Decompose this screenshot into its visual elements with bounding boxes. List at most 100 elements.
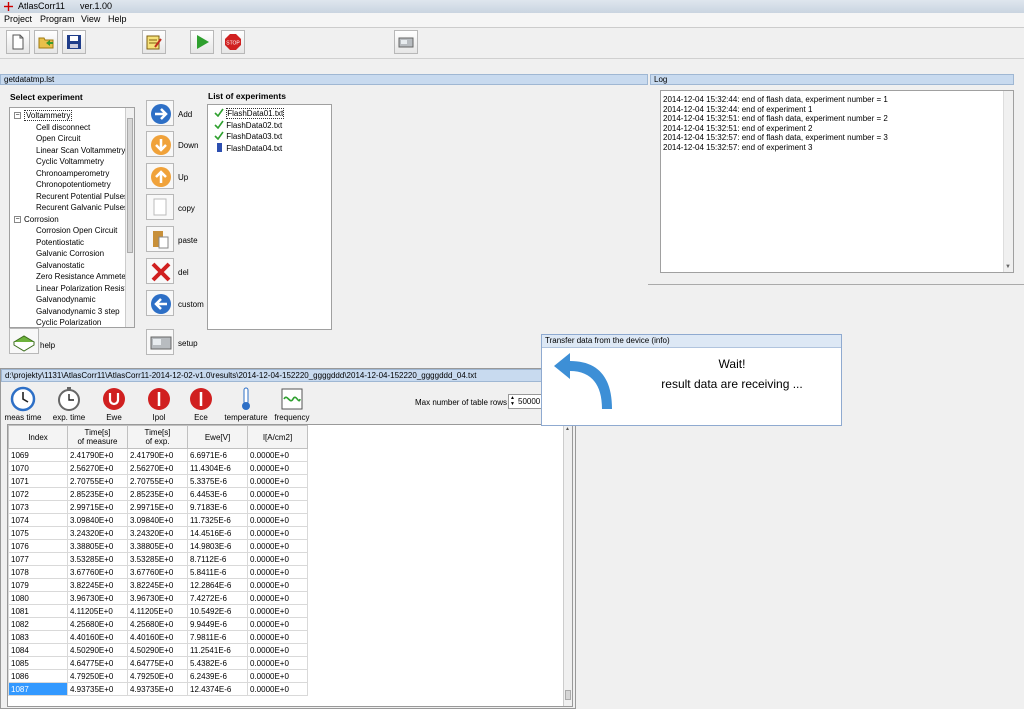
frequency-button[interactable]: [279, 386, 309, 412]
panel-divider: [648, 284, 1024, 285]
tree-item[interactable]: Cyclic Polarization: [36, 317, 101, 327]
experiment-item[interactable]: FlashData04.txt: [214, 142, 282, 154]
experiment-list[interactable]: FlashData01.txt FlashData02.txt FlashDat…: [207, 104, 332, 330]
open-folder-button[interactable]: [34, 30, 58, 54]
tree-group[interactable]: Voltammetry: [24, 110, 73, 121]
stepper-arrows-icon[interactable]: ▲ ▼: [510, 395, 515, 407]
help-button[interactable]: [9, 328, 39, 354]
paste-button[interactable]: [146, 226, 174, 252]
table-cell: 4.11205E+0: [67, 604, 128, 618]
table-cell: 3.38805E+0: [67, 539, 128, 553]
column-header[interactable]: Time[s] of exp.: [127, 425, 188, 449]
results-window: d:\projekty\1131\AtlasCorr11\AtlasCorr11…: [0, 368, 576, 709]
tree-item[interactable]: Potentiostatic: [36, 237, 84, 248]
experiment-item[interactable]: FlashData02.txt: [214, 120, 282, 131]
table-row[interactable]: 1083 4.40160E+0 4.40160E+0 7.9811E-6 0.0000E…: [8, 630, 308, 644]
tree-group[interactable]: Corrosion: [24, 214, 59, 225]
table-row[interactable]: 1082 4.25680E+0 4.25680E+0 9.9449E-6 0.0000E…: [8, 617, 308, 631]
column-header[interactable]: Index: [8, 425, 68, 449]
log-scrollbar[interactable]: ▼: [1003, 91, 1013, 272]
tree-item[interactable]: Cell disconnect: [36, 122, 90, 133]
save-button[interactable]: [62, 30, 86, 54]
up-button[interactable]: [146, 163, 174, 189]
table-row[interactable]: 1078 3.67760E+0 3.67760E+0 5.8411E-6 0.0000E…: [8, 565, 308, 579]
tree-item[interactable]: Galvanodynamic 3 step: [36, 306, 120, 317]
table-row[interactable]: 1075 3.24320E+0 3.24320E+0 14.4516E-6 0.0000…: [8, 526, 308, 540]
table-row[interactable]: 1069 2.41790E+0 2.41790E+0 6.6971E-6 0.0000E…: [8, 448, 308, 462]
table-scrollbar[interactable]: ▲: [563, 425, 572, 706]
help-label: help: [40, 341, 56, 350]
experiment-item[interactable]: FlashData01.txt: [214, 108, 285, 119]
table-row[interactable]: 1072 2.85235E+0 2.85235E+0 6.4453E-6 0.0000E…: [8, 487, 308, 501]
tree-item[interactable]: Recurent Galvanic Pulses: [36, 202, 128, 213]
table-cell: 3.67760E+0: [127, 565, 188, 579]
setup-button[interactable]: [146, 329, 174, 355]
tree-item[interactable]: Linear Scan Voltammetry: [36, 145, 125, 156]
del-button[interactable]: [146, 258, 174, 284]
table-row[interactable]: 1074 3.09840E+0 3.09840E+0 11.7325E-6 0.0000…: [8, 513, 308, 527]
ewe-label: Ewe: [106, 413, 122, 422]
table-row[interactable]: 1080 3.96730E+0 3.96730E+0 7.4272E-6 0.0000E…: [8, 591, 308, 605]
stop-button[interactable]: STOP: [221, 30, 245, 54]
table-row[interactable]: 1076 3.38805E+0 3.38805E+0 14.9803E-6 0.0000…: [8, 539, 308, 553]
ece-button[interactable]: [188, 386, 218, 412]
results-table-container[interactable]: Index Time[s] of measure Time[s] of exp. Ewe[…: [7, 424, 573, 707]
table-row[interactable]: 1087 4.93735E+0 4.93735E+0 12.4374E-6 0.0000…: [8, 682, 308, 696]
tree-scroll-thumb[interactable]: [127, 118, 133, 253]
tree-item[interactable]: Galvanic Corrosion: [36, 248, 104, 259]
add-button[interactable]: [146, 100, 174, 126]
tree-item-label: Chronoamperometry: [36, 168, 110, 178]
ewe-button[interactable]: [101, 386, 131, 412]
table-row[interactable]: 1073 2.99715E+0 2.99715E+0 9.7183E-6 0.0000E…: [8, 500, 308, 514]
log-line: 2014-12-04 15:32:51: end of flash data, …: [663, 114, 888, 123]
tree-item[interactable]: Open Circuit: [36, 133, 80, 144]
column-header[interactable]: Time[s] of measure: [67, 425, 128, 449]
exp-time-button[interactable]: [56, 386, 86, 412]
table-cell: 4.25680E+0: [67, 617, 128, 631]
table-row[interactable]: 1086 4.79250E+0 4.79250E+0 6.2439E-6 0.0000E…: [8, 669, 308, 683]
tree-item[interactable]: Corrosion Open Circuit: [36, 225, 117, 236]
tree-item[interactable]: Cyclic Voltammetry: [36, 156, 104, 167]
table-row[interactable]: 1085 4.64775E+0 4.64775E+0 5.4382E-6 0.0000E…: [8, 656, 308, 670]
tree-item[interactable]: Linear Polarization Resista: [36, 283, 131, 294]
tree-item[interactable]: Recurent Potential Pulses: [36, 191, 128, 202]
ipol-button[interactable]: [146, 386, 176, 412]
tree-item[interactable]: Galvanodynamic: [36, 294, 96, 305]
chevron-up-icon[interactable]: ▲: [565, 426, 570, 432]
tree-scrollbar[interactable]: [125, 108, 134, 327]
tree-item[interactable]: Galvanostatic: [36, 260, 84, 271]
tree-item[interactable]: Chronopotentiometry: [36, 179, 111, 190]
new-file-button[interactable]: [6, 30, 30, 54]
menu-view[interactable]: View: [81, 14, 100, 24]
table-row[interactable]: 1070 2.56270E+0 2.56270E+0 11.4304E-6 0.0000…: [8, 461, 308, 475]
table-scroll-thumb[interactable]: [565, 690, 571, 700]
tree-item-label: Galvanodynamic 3 step: [36, 306, 120, 316]
tree-item[interactable]: Zero Resistance Ammeter: [36, 271, 128, 282]
edit-button[interactable]: [142, 30, 166, 54]
menu-help[interactable]: Help: [108, 14, 127, 24]
table-cell: 2.56270E+0: [127, 461, 188, 475]
table-row[interactable]: 1079 3.82245E+0 3.82245E+0 12.2864E-6 0.0000…: [8, 578, 308, 592]
custom-button[interactable]: [146, 290, 174, 316]
table-cell: 3.09840E+0: [127, 513, 188, 527]
menu-project[interactable]: Project: [4, 14, 32, 24]
table-row[interactable]: 1071 2.70755E+0 2.70755E+0 5.3375E-6 0.0000E…: [8, 474, 308, 488]
table-row[interactable]: 1084 4.50290E+0 4.50290E+0 11.2541E-6 0.0000…: [8, 643, 308, 657]
table-row[interactable]: 1081 4.11205E+0 4.11205E+0 10.5492E-6 0.0000…: [8, 604, 308, 618]
log-box[interactable]: 2014-12-04 15:32:44: end of flash data, …: [660, 90, 1014, 273]
table-row[interactable]: 1077 3.53285E+0 3.53285E+0 8.7112E-6 0.0000E…: [8, 552, 308, 566]
collapse-toggle-icon[interactable]: −: [14, 215, 21, 223]
experiment-tree[interactable]: Voltammetry − Cell disconnect Open Circuit L…: [9, 107, 135, 328]
run-button[interactable]: [190, 30, 214, 54]
experiment-item[interactable]: FlashData03.txt: [214, 131, 282, 142]
meas-time-button[interactable]: [10, 386, 40, 412]
collapse-toggle-icon[interactable]: −: [14, 112, 21, 119]
tree-item[interactable]: Chronoamperometry: [36, 168, 109, 179]
device-button[interactable]: [394, 30, 418, 54]
copy-button[interactable]: [146, 194, 174, 220]
temperature-button[interactable]: [233, 386, 263, 412]
menu-program[interactable]: Program: [40, 14, 75, 24]
column-header[interactable]: Ewe[V]: [187, 425, 248, 449]
column-header[interactable]: I[A/cm2]: [247, 425, 308, 449]
down-button[interactable]: [146, 131, 174, 157]
